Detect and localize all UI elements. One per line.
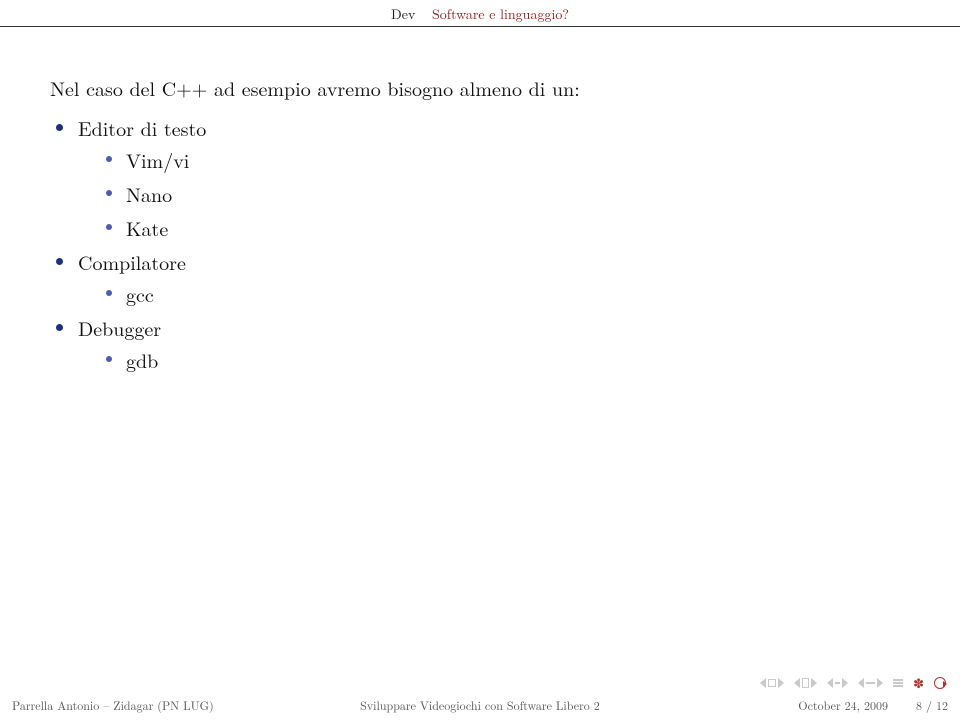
slide: Dev Software e linguaggio? Nel caso del … [0, 0, 960, 720]
nav-slide[interactable] [760, 678, 784, 688]
arrow-right-icon [811, 678, 817, 688]
bullet-sublist: gcc [126, 278, 910, 310]
nav-doc-icon[interactable] [893, 679, 903, 687]
nav-frame[interactable] [794, 678, 817, 688]
beamer-nav-symbols: ✽ [760, 673, 946, 692]
bullet-list: Editor di testo Vim/vi Nano Kate Compila… [78, 112, 910, 376]
list-item: Debugger gdb [78, 312, 910, 376]
list-item: Compilatore gcc [78, 246, 910, 310]
bar-long-icon [866, 682, 875, 684]
frame-icon [802, 678, 809, 688]
list-subitem-label: gcc [126, 279, 154, 308]
list-subitem-label: gdb [126, 345, 158, 374]
list-subitem: Kate [126, 212, 910, 244]
section-title: Dev [391, 4, 415, 24]
bullet-sublist: gdb [126, 344, 910, 376]
slide-footer: Parrella Antonio – Zidagar (PN LUG) Svil… [12, 697, 948, 714]
list-item-label: Debugger [78, 313, 161, 342]
arrow-left-icon [858, 678, 864, 688]
intro-text: Nel caso del C++ ad esempio avremo bisog… [50, 72, 910, 104]
slide-body: Nel caso del C++ ad esempio avremo bisog… [50, 72, 910, 378]
arrow-right-icon [842, 678, 848, 688]
list-item-label: Compilatore [78, 247, 186, 276]
bullet-sublist: Vim/vi Nano Kate [126, 144, 910, 244]
arrow-right-icon [778, 678, 784, 688]
nav-subsection[interactable] [827, 678, 848, 688]
nav-section[interactable] [858, 678, 883, 688]
list-item: Editor di testo Vim/vi Nano Kate [78, 112, 910, 244]
list-subitem: Vim/vi [126, 144, 910, 176]
bar-short-icon [835, 682, 840, 684]
footer-date: October 24, 2009 [798, 697, 888, 714]
arrow-right-icon [877, 678, 883, 688]
arrow-left-icon [827, 678, 833, 688]
header-rule [0, 26, 960, 27]
footer-right: October 24, 2009 8 / 12 [798, 697, 948, 714]
slide-icon [768, 679, 776, 687]
list-subitem: gcc [126, 278, 910, 310]
list-subitem: gdb [126, 344, 910, 376]
arrow-left-icon [794, 678, 800, 688]
subsection-title: Software e linguaggio? [432, 4, 569, 24]
list-subitem-label: Vim/vi [126, 145, 189, 174]
nav-appendix-icon[interactable]: ✽ [913, 673, 924, 692]
list-subitem-label: Kate [126, 213, 168, 242]
footer-author: Parrella Antonio – Zidagar (PN LUG) [12, 697, 214, 714]
arrow-left-icon [760, 678, 766, 688]
slide-header: Dev Software e linguaggio? [0, 4, 960, 24]
nav-back-icon[interactable] [934, 677, 946, 689]
list-subitem: Nano [126, 178, 910, 210]
list-subitem-label: Nano [126, 179, 172, 208]
list-item-label: Editor di testo [78, 113, 206, 142]
footer-page: 8 / 12 [916, 697, 948, 714]
